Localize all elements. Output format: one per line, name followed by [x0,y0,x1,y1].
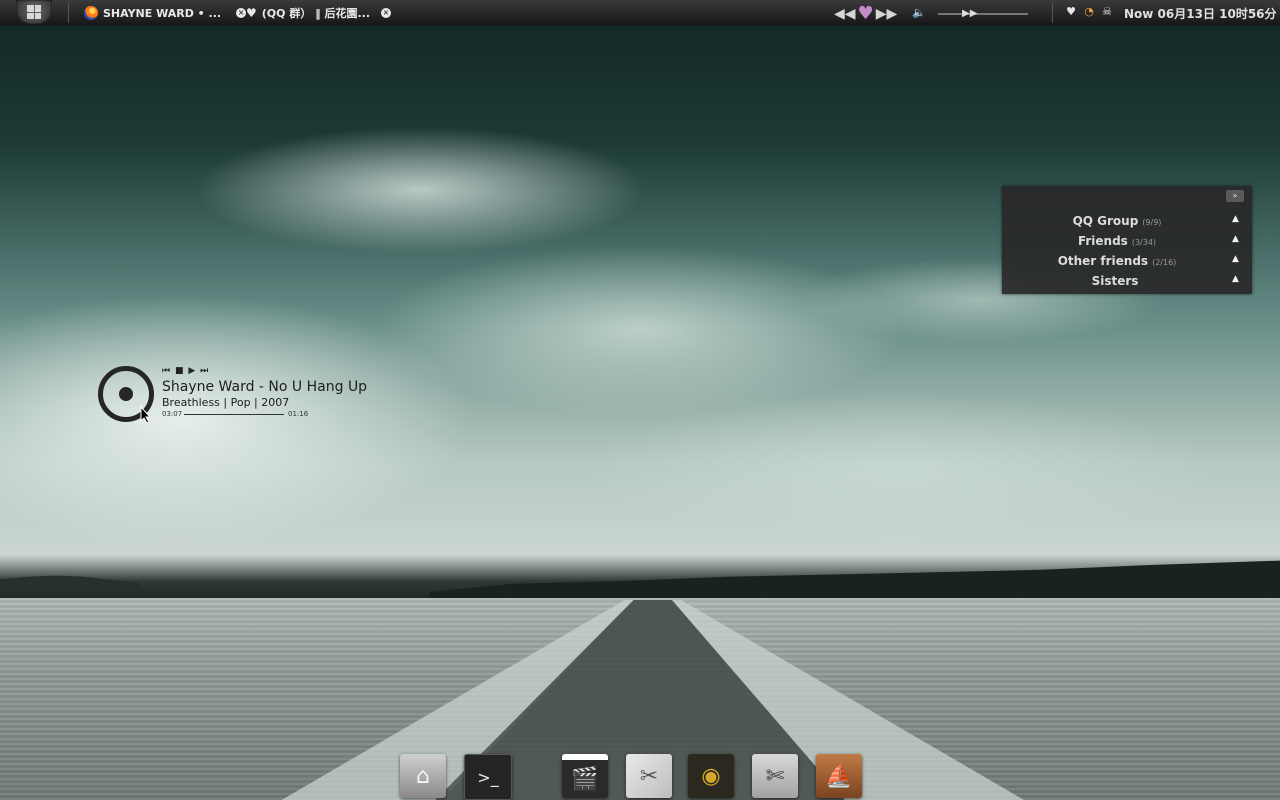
task-label: (QQ 群） ‖ 后花園... [261,7,371,20]
previous-track-icon[interactable]: ◀◀ [834,5,856,23]
track-title: Shayne Ward - No U Hang Up [162,379,368,395]
radar-icon[interactable]: ◉ [688,754,734,798]
love-track-icon[interactable]: ♥ [858,5,874,23]
qq-group-name: Friends [1077,234,1128,248]
heart-tray-icon[interactable]: ♥ [1064,4,1078,18]
remaining-time: 01:16 [288,410,309,418]
caret-up-icon[interactable]: ▲ [1232,214,1239,224]
caret-up-icon[interactable]: ▲ [1232,274,1239,284]
start-button[interactable] [16,0,52,24]
qq-group-name: QQ Group [1072,214,1139,228]
panel-separator [68,3,69,23]
system-tray: ♥ ◔ ☠ [1064,4,1114,18]
panel-separator [1052,3,1053,23]
task-firefox[interactable]: SHAYNE WARD • ... × [84,4,247,22]
task-close-icon[interactable]: × [236,8,247,18]
task-qq[interactable]: ♥ (QQ 群） ‖ 后花園... × [246,4,392,22]
elapsed-time: 03:07 [162,410,183,418]
firefox-icon [84,6,98,20]
qq-group-row[interactable]: Friends (3/34) ▲ [1002,234,1252,254]
media-controls: ◀◀ ♥ ▶▶ [834,4,897,24]
settings-icon[interactable]: ✂ [626,754,672,798]
windows-logo-icon [27,5,41,19]
next-track-icon[interactable]: ▶▶ [876,5,898,23]
cut-tool-icon[interactable]: ✄ [752,754,798,798]
clock-text[interactable]: Now 06月13日 10时56分 [1124,5,1277,22]
qq-panel-collapse-button[interactable]: » [1226,190,1244,202]
clock-tray-icon[interactable]: ◔ [1082,4,1096,18]
qq-group-count: (3/34) [1131,238,1157,247]
playback-controls[interactable]: ⏮ ■ ▶ ⏭ [162,366,209,376]
progress-bar[interactable] [184,414,284,415]
dock: ⌂ >_ 🎬 ✂ ◉ ✄ ⛵ [396,750,886,800]
top-panel: SHAYNE WARD • ... × ♥ (QQ 群） ‖ 后花園... × … [0,0,1280,26]
skull-tray-icon[interactable]: ☠ [1100,4,1114,18]
qq-contacts-panel: » QQ Group (9/9) ▲ Friends (3/34) ▲ Other … [1002,186,1252,294]
volume-slider[interactable] [938,13,1028,15]
home-icon[interactable]: ⌂ [400,754,446,798]
qq-group-name: Sisters [1091,274,1139,288]
volume-slider-knob[interactable]: ▶▶ [962,8,977,19]
qq-group-name: Other friends [1057,254,1149,268]
pirate-bay-icon[interactable]: ⛵ [816,754,862,798]
terminal-icon[interactable]: >_ [464,754,512,800]
caret-up-icon[interactable]: ▲ [1232,254,1239,264]
task-label: SHAYNE WARD • ... [103,6,222,20]
mouse-cursor-icon [140,406,152,424]
qq-group-row[interactable]: Other friends (2/16) ▲ [1002,254,1252,274]
qq-group-row[interactable]: QQ Group (9/9) ▲ [1002,214,1252,234]
track-album-info: Breathless | Pop | 2007 [162,396,290,409]
heart-icon: ♥ [246,6,257,20]
qq-group-count: (9/9) [1142,218,1162,227]
video-editor-icon[interactable]: 🎬 [562,754,608,798]
qq-group-row[interactable]: Sisters ▲ [1002,274,1252,294]
volume-icon[interactable]: 🔈 [912,6,926,19]
qq-group-count: (2/16) [1152,258,1177,267]
task-close-icon[interactable]: × [381,8,392,18]
caret-up-icon[interactable]: ▲ [1232,234,1239,244]
